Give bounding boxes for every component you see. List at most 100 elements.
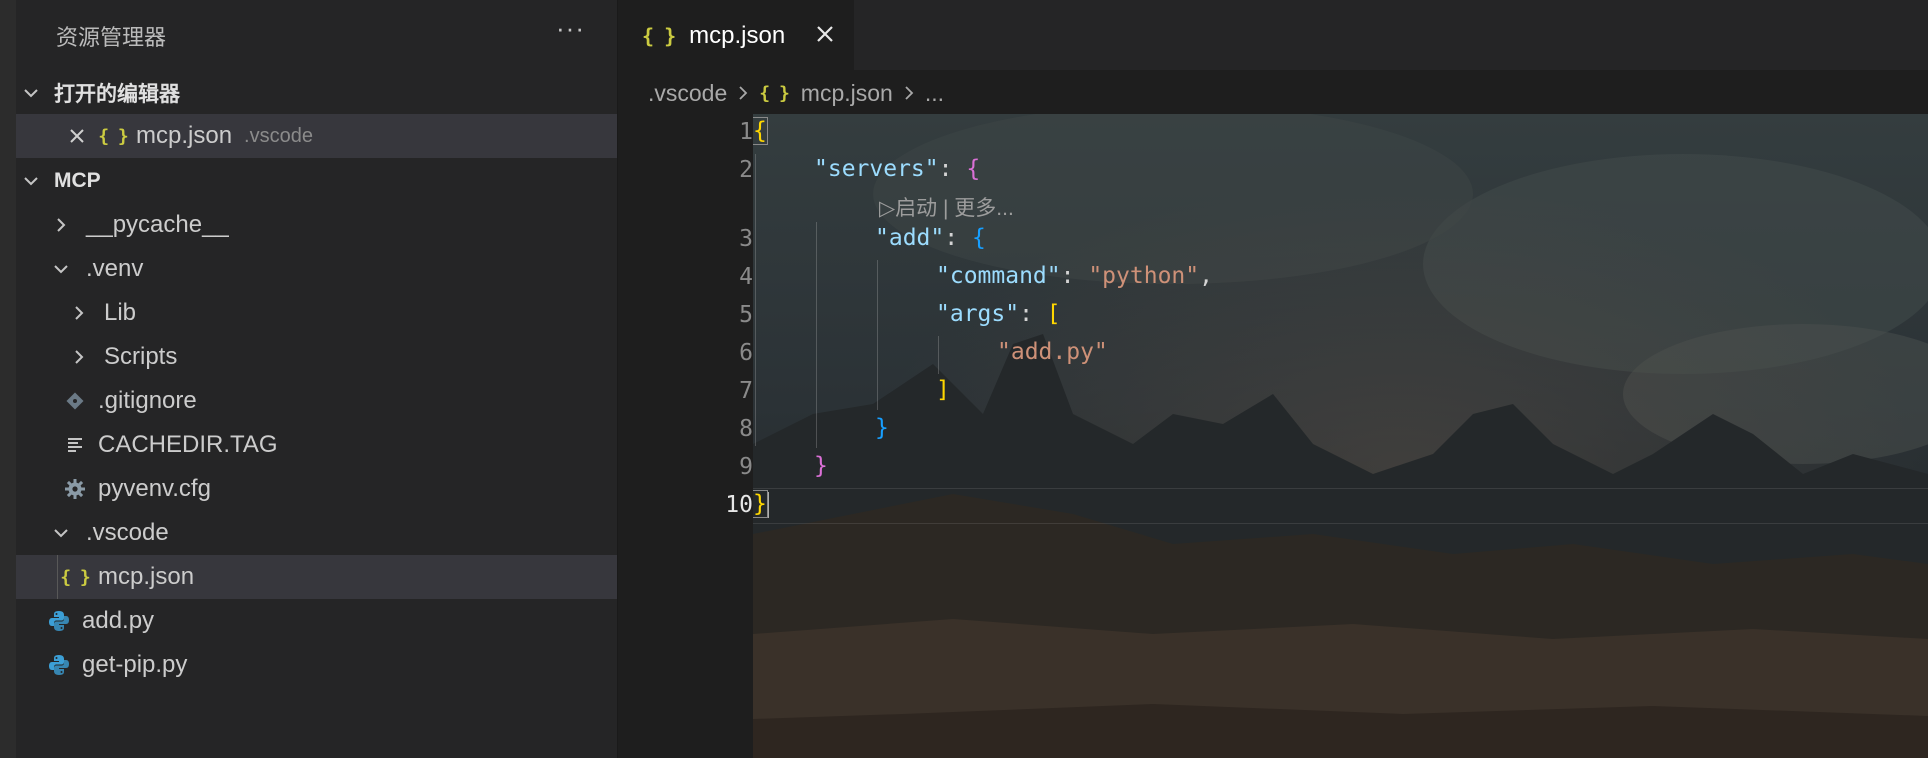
open-editor-folder: .vscode <box>244 124 313 147</box>
json-icon: { } <box>642 24 676 48</box>
bracket-close: ] <box>936 377 950 403</box>
code-editor[interactable]: ▷启动 | 更多... { "servers": { "add": { "com… <box>753 114 1928 758</box>
code-line-2: "servers": { <box>814 156 980 182</box>
chevron-right-icon <box>52 216 78 234</box>
code-line-6: "add.py" <box>997 339 1108 365</box>
chevron-right-icon <box>70 348 96 366</box>
activity-bar-edge <box>0 0 16 758</box>
open-editors-header[interactable]: 打开的编辑器 <box>16 72 617 114</box>
open-editor-item[interactable]: { } mcp.json .vscode <box>16 114 617 158</box>
code-line-3: "add": { <box>875 225 986 251</box>
tree-item-label: Scripts <box>104 343 178 370</box>
line-number: 9 <box>739 454 753 480</box>
chevron-down-icon <box>52 524 78 542</box>
open-editors-label: 打开的编辑器 <box>54 83 180 106</box>
bracket-close: } <box>875 415 889 441</box>
breadcrumb-symbol[interactable]: ... <box>925 80 944 107</box>
text-cursor <box>766 491 769 518</box>
chevron-right-icon <box>70 304 96 322</box>
close-icon[interactable] <box>68 127 86 145</box>
code-line-9: } <box>814 453 828 479</box>
line-number: 8 <box>739 416 753 442</box>
json-icon: { } <box>98 125 129 147</box>
tree-item-add-py[interactable]: add.py <box>16 599 617 643</box>
tree-item-label: .venv <box>86 255 144 282</box>
indent-guide <box>755 154 756 446</box>
code-line-5: "args": [ <box>936 301 1061 327</box>
indent-guide <box>938 336 939 374</box>
line-number: 6 <box>739 340 753 366</box>
code-line-10: } <box>753 490 769 518</box>
chevron-right-icon <box>737 80 749 107</box>
tree-item-label: mcp.json <box>98 563 195 590</box>
python-icon <box>46 654 72 676</box>
gear-icon <box>62 478 88 500</box>
breadcrumb-folder[interactable]: .vscode <box>648 80 727 107</box>
tree-item-pyvenv[interactable]: pyvenv.cfg <box>16 467 617 511</box>
indent-guide <box>877 260 878 410</box>
tree-item-cachedir[interactable]: CACHEDIR.TAG <box>16 423 617 467</box>
line-number: 3 <box>739 226 753 252</box>
colon: : <box>938 156 967 182</box>
chevron-down-icon <box>52 260 78 278</box>
workspace-header[interactable]: MCP <box>16 160 617 202</box>
tree-item-label: add.py <box>82 607 155 634</box>
tree-item-scripts[interactable]: Scripts <box>16 335 617 379</box>
tree-item-label: .gitignore <box>98 387 197 414</box>
json-icon: { } <box>60 566 91 588</box>
chevron-right-icon <box>903 80 915 107</box>
json-key: "servers" <box>814 156 939 182</box>
json-key: "add" <box>875 225 945 251</box>
line-number: 7 <box>739 378 753 404</box>
explorer-sidebar: 资源管理器 ··· 打开的编辑器 { } mcp.json .vscode MC… <box>16 0 617 758</box>
bracket-close: } <box>753 490 768 518</box>
workspace-label: MCP <box>54 169 101 192</box>
tree-item-label: __pycache__ <box>86 211 229 238</box>
code-line-8: } <box>875 415 889 441</box>
tab-label: mcp.json <box>689 22 786 49</box>
tree-item-label: .vscode <box>86 519 169 546</box>
chevron-down-icon <box>22 84 48 102</box>
line-number-gutter: 1 2 3 4 5 6 7 8 9 10 <box>618 114 784 758</box>
python-icon <box>46 610 72 632</box>
tree-item-lib[interactable]: Lib <box>16 291 617 335</box>
json-key: "args" <box>936 301 1020 327</box>
colon: : <box>1019 301 1047 327</box>
tree-item-label: Lib <box>104 299 137 326</box>
breadcrumb-file[interactable]: mcp.json <box>801 80 893 107</box>
codelens-run[interactable]: ▷启动 | 更多... <box>879 192 1014 222</box>
line-number: 1 <box>739 119 753 145</box>
explorer-title: 资源管理器 <box>56 25 167 50</box>
text-file-icon <box>62 435 88 455</box>
open-editor-filename: mcp.json <box>136 122 233 149</box>
code-line-4: "command": "python", <box>936 263 1213 289</box>
comma: , <box>1199 263 1213 289</box>
tree-item-vscode[interactable]: .vscode <box>16 511 617 555</box>
tree-item-gitignore[interactable]: .gitignore <box>16 379 617 423</box>
tree-item-mcp-json[interactable]: { } mcp.json <box>16 555 617 599</box>
chevron-down-icon <box>22 172 48 190</box>
tree-indent-guide <box>57 555 58 599</box>
json-string: "add.py" <box>997 339 1108 365</box>
breadcrumb: .vscode { } mcp.json ... <box>618 74 944 112</box>
code-line-7: ] <box>936 377 950 403</box>
tree-item-pycache[interactable]: __pycache__ <box>16 203 617 247</box>
line-number-active: 10 <box>725 492 753 518</box>
bracket-close: } <box>814 453 828 479</box>
colon: : <box>944 225 972 251</box>
code-line-1: { <box>753 117 768 145</box>
json-key: "command" <box>936 263 1061 289</box>
current-line-highlight <box>753 488 1928 524</box>
line-number: 2 <box>739 157 753 183</box>
close-icon[interactable] <box>815 24 835 49</box>
colon: : <box>1060 263 1089 289</box>
line-number: 4 <box>739 264 753 290</box>
tree-item-label: CACHEDIR.TAG <box>98 431 278 458</box>
tree-item-get-pip[interactable]: get-pip.py <box>16 643 617 687</box>
bracket-open: [ <box>1046 301 1061 327</box>
tab-mcp-json[interactable]: { } mcp.json <box>618 0 854 70</box>
line-number: 5 <box>739 302 753 328</box>
tree-item-venv[interactable]: .venv <box>16 247 617 291</box>
more-actions-button[interactable]: ··· <box>556 13 585 44</box>
bracket-open: { <box>966 156 981 182</box>
